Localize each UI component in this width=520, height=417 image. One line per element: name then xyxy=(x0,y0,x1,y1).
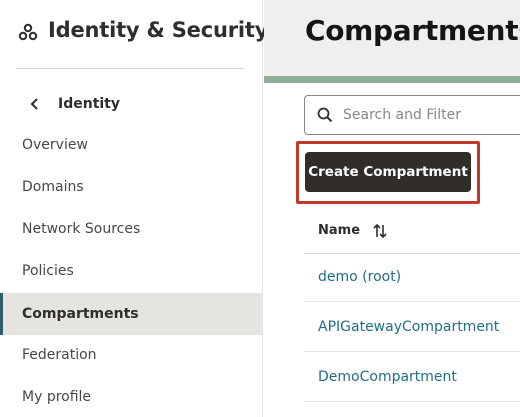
chevron-left-icon xyxy=(30,98,38,110)
table-header: Name xyxy=(304,208,520,254)
sidebar-divider xyxy=(16,68,245,69)
page-header: Compartments xyxy=(264,0,520,76)
table-row: DemoCompartment xyxy=(304,352,520,402)
page-title: Compartments xyxy=(305,14,520,47)
sidebar-header: Identity & Security xyxy=(0,0,268,68)
compartment-link[interactable]: demo (root) xyxy=(318,269,401,285)
sidebar-item-policies[interactable]: Policies xyxy=(0,251,262,291)
brand-title: Identity & Security xyxy=(48,18,269,42)
sidebar-item-overview[interactable]: Overview xyxy=(0,125,262,165)
compartment-link[interactable]: APIGatewayCompartment xyxy=(318,319,499,335)
sidebar-item-federation[interactable]: Federation xyxy=(0,335,262,375)
sort-icon[interactable] xyxy=(372,223,388,239)
back-label: Identity xyxy=(58,96,121,112)
column-header-name[interactable]: Name xyxy=(318,223,360,238)
sidebar-item-compartments[interactable]: Compartments xyxy=(0,293,262,335)
table-row: APIGatewayCompartment xyxy=(304,302,520,352)
back-to-identity-link[interactable]: Identity xyxy=(28,92,120,116)
header-banner xyxy=(264,76,520,83)
sidebar-item-my-profile[interactable]: My profile xyxy=(0,377,262,417)
search-box[interactable] xyxy=(304,95,520,135)
create-compartment-button[interactable]: Create Compartment xyxy=(305,152,471,192)
main-content: Compartments Create Compartment Name dem… xyxy=(264,0,520,417)
search-icon xyxy=(317,107,333,123)
sidebar-item-domains[interactable]: Domains xyxy=(0,167,262,207)
sidebar-item-network-sources[interactable]: Network Sources xyxy=(0,209,262,249)
table-row: demo (root) xyxy=(304,252,520,302)
cubes-icon xyxy=(18,23,38,41)
search-input[interactable] xyxy=(343,107,520,123)
sidebar: Identity & Security Identity Overview Do… xyxy=(0,0,268,417)
compartment-link[interactable]: DemoCompartment xyxy=(318,369,457,385)
